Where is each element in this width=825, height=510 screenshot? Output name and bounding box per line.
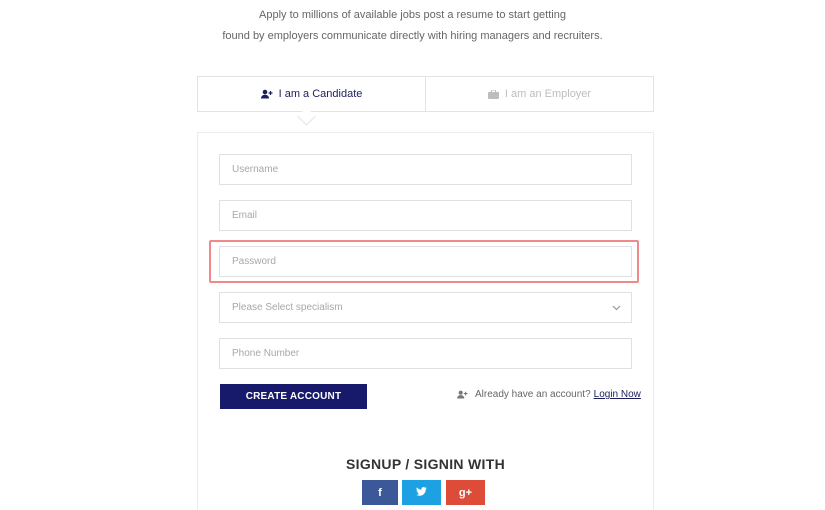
username-field[interactable]: Username [219, 154, 632, 185]
already-have-account: Already have an account? Login Now [457, 389, 641, 400]
tab-employer[interactable]: I am an Employer [425, 77, 653, 111]
specialism-select-value: Please Select specialism [232, 302, 343, 313]
social-signup-title: SIGNUP / SIGNIN WITH [346, 456, 505, 472]
already-text: Already have an account? [475, 389, 591, 400]
password-field[interactable]: Password [219, 246, 632, 277]
phone-field[interactable]: Phone Number [219, 338, 632, 369]
intro-line-2: found by employers communicate directly … [222, 30, 603, 42]
user-plus-icon [457, 390, 468, 399]
email-field[interactable]: Email [219, 200, 632, 231]
twitter-button[interactable] [402, 480, 441, 505]
facebook-icon: f [378, 486, 382, 499]
google-plus-icon: g+ [458, 486, 473, 499]
chevron-down-icon [612, 303, 621, 314]
create-account-button[interactable]: CREATE ACCOUNT [220, 384, 367, 409]
user-plus-icon [260, 89, 273, 99]
tab-employer-label: I am an Employer [504, 88, 592, 100]
login-now-link[interactable]: Login Now [594, 389, 641, 400]
twitter-icon [416, 486, 427, 499]
account-type-tabs: I am a Candidate I am an Employer [197, 76, 654, 112]
intro-line-1: Apply to millions of available jobs post… [259, 9, 566, 21]
facebook-button[interactable]: f [362, 480, 398, 505]
specialism-select[interactable]: Please Select specialism [219, 292, 632, 323]
tab-candidate[interactable]: I am a Candidate [198, 77, 425, 111]
tab-candidate-label: I am a Candidate [278, 88, 363, 100]
google-plus-button[interactable]: g+ [446, 480, 485, 505]
briefcase-icon [487, 89, 499, 99]
